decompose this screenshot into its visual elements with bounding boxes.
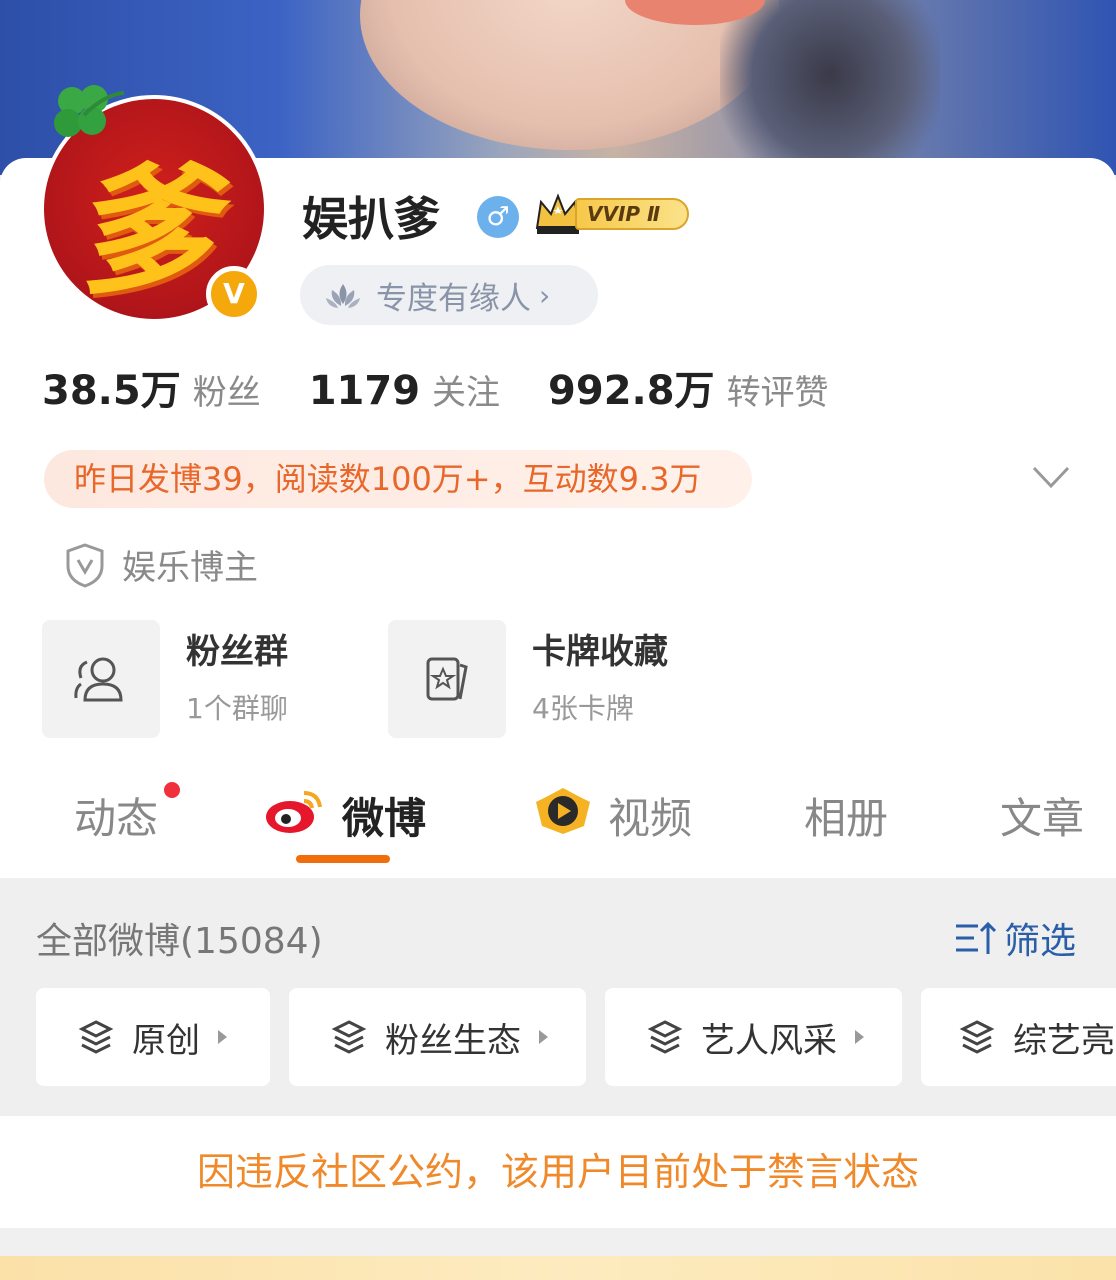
role-label: 娱乐博主 — [122, 548, 258, 588]
activity-summary[interactable]: 昨日发博39，阅读数100万+，互动数9.3万 — [44, 450, 752, 508]
people-icon — [74, 657, 123, 702]
chip-artist[interactable]: 艺人风采 — [605, 988, 902, 1086]
all-weibo-count: 全部微博(15084) — [36, 921, 323, 962]
filter-button[interactable]: 筛选 — [954, 912, 1076, 964]
fan-group-icon-box — [42, 620, 160, 738]
fan-group-tile[interactable]: 粉丝群 1个群聊 — [42, 620, 288, 738]
caret-right-icon — [855, 1030, 864, 1044]
notification-dot — [164, 782, 180, 798]
chip-variety-label: 综艺亮 — [1013, 1020, 1115, 1061]
chip-fan-ecology-label: 粉丝生态 — [385, 1020, 521, 1061]
chip-fan-ecology[interactable]: 粉丝生态 — [289, 988, 586, 1086]
following-label: 关注 — [432, 373, 501, 413]
fans-label: 粉丝 — [192, 373, 261, 413]
card-icon-box — [388, 620, 506, 738]
profile-name: 娱扒爹 — [302, 192, 440, 246]
verified-badge-icon: V — [206, 266, 262, 322]
stats-row: 38.5万 粉丝 1179 关注 992.8万 转评赞 — [42, 358, 877, 418]
card-collection-tile[interactable]: 卡牌收藏 4张卡牌 — [388, 620, 668, 738]
chevron-right-icon: › — [539, 278, 551, 312]
male-gender-icon: ♂ — [477, 196, 519, 238]
destiny-label: 专度有缘人 — [376, 280, 531, 317]
tab-dynamics[interactable]: 动态 — [74, 785, 158, 846]
caret-right-icon — [218, 1030, 227, 1044]
layers-icon — [959, 1020, 995, 1054]
vvip-label: VVIP Ⅱ — [575, 198, 689, 230]
ban-notice: 因违反社区公约，该用户目前处于禁言状态 — [0, 1116, 1116, 1228]
fans-stat[interactable]: 38.5万 粉丝 — [42, 358, 261, 416]
vvip-badge[interactable]: VVIP Ⅱ — [533, 192, 691, 238]
chip-original-label: 原创 — [132, 1020, 200, 1061]
chevron-down-icon[interactable] — [1030, 460, 1072, 496]
card-star-icon — [426, 657, 468, 701]
card-collection-title: 卡牌收藏 — [532, 631, 668, 672]
filter-icon — [956, 921, 997, 954]
tab-video[interactable]: 视频 — [608, 785, 692, 846]
layers-icon — [647, 1020, 683, 1054]
active-tab-indicator — [296, 855, 390, 863]
fans-count: 38.5万 — [42, 368, 181, 414]
chip-original[interactable]: 原创 — [36, 988, 270, 1086]
tab-weibo[interactable]: 微博 — [342, 785, 426, 846]
clover-icon — [54, 85, 124, 137]
fan-group-title: 粉丝群 — [186, 631, 288, 672]
layers-icon — [78, 1020, 114, 1054]
interactions-stat[interactable]: 992.8万 转评赞 — [548, 358, 829, 416]
tab-album[interactable]: 相册 — [804, 785, 888, 846]
shield-v-icon — [66, 542, 104, 588]
lotus-icon — [326, 284, 360, 308]
bottom-banner — [0, 1256, 1116, 1280]
role-tag[interactable]: 娱乐博主 — [64, 540, 258, 589]
card-collection-subtitle: 4张卡牌 — [532, 691, 634, 725]
layers-icon — [331, 1020, 367, 1054]
weibo-logo-icon — [266, 791, 322, 833]
chip-artist-label: 艺人风采 — [701, 1020, 837, 1061]
filter-label: 筛选 — [1004, 921, 1077, 962]
video-logo-icon — [536, 788, 590, 834]
tab-article[interactable]: 文章 — [1000, 785, 1084, 846]
cover-hair — [720, 0, 940, 175]
destiny-button[interactable]: 专度有缘人 › — [300, 265, 598, 325]
following-stat[interactable]: 1179 关注 — [309, 365, 500, 414]
interactions-count: 992.8万 — [548, 368, 715, 414]
caret-right-icon — [539, 1030, 548, 1044]
following-count: 1179 — [308, 368, 421, 414]
interactions-label: 转评赞 — [726, 373, 829, 413]
fan-group-subtitle: 1个群聊 — [186, 691, 288, 725]
chip-variety[interactable]: 综艺亮 — [921, 988, 1116, 1086]
